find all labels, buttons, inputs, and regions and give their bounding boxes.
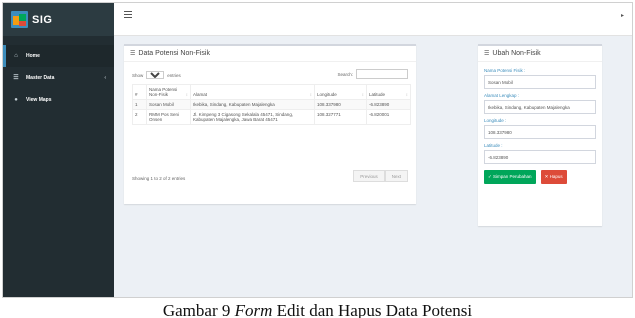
save-button[interactable]: ✓ Simpan Perubahan — [484, 170, 536, 184]
entries-select[interactable]: 10 — [146, 71, 165, 79]
table-info: Showing 1 to 2 of 2 entries — [132, 176, 186, 181]
list-icon: ☰ — [484, 51, 490, 57]
form-actions: ✓ Simpan Perubahan ✕ Hapus — [478, 170, 602, 184]
sidebar-menu: ⌂ Home ☰ Master Data ‹ ● View Maps — [3, 45, 114, 111]
search-input[interactable] — [356, 69, 408, 79]
panel-title: ☰ Data Potensi Non-Fisik — [124, 46, 416, 62]
logo-icon — [11, 11, 28, 28]
home-icon: ⌂ — [14, 53, 18, 59]
page-length: Show 10 entries — [132, 71, 181, 79]
panel-title: ☰ Ubah Non-Fisik — [478, 46, 602, 62]
main-content: ☰ Data Potensi Non-Fisik Show 10 entries… — [114, 36, 632, 297]
column-header[interactable]: Longitude ↕ — [314, 84, 367, 100]
column-header[interactable]: Alamat ↕ — [190, 84, 315, 100]
potensi-list-panel: ☰ Data Potensi Non-Fisik Show 10 entries… — [124, 44, 416, 204]
field-alamat: Alamat Lengkap : — [484, 93, 596, 114]
next-button[interactable]: Next — [384, 170, 408, 182]
figure-caption: Gambar 9 Form Edit dan Hapus Data Potens… — [0, 298, 635, 318]
sidebar-item-master-data[interactable]: ☰ Master Data ‹ — [3, 67, 114, 89]
edit-form-panel: ☰ Ubah Non-Fisik Nama Potensi Fisik : Al… — [478, 44, 602, 226]
table-header-row: # Nama Potensi Non-Fisik ↕ Alamat ↕ Long… — [132, 84, 411, 100]
column-header[interactable]: Nama Potensi Non-Fisik ↕ — [146, 84, 191, 100]
sort-icon: ↕ — [309, 92, 312, 97]
delete-button[interactable]: ✕ Hapus — [540, 170, 567, 184]
table-search: Search: — [337, 69, 408, 79]
pagination: Previous Next — [353, 170, 408, 182]
column-header[interactable]: # — [132, 84, 147, 100]
sort-icon: ↕ — [405, 92, 408, 97]
latitude-input[interactable] — [484, 150, 596, 164]
edit-form: Nama Potensi Fisik : Alamat Lengkap : Lo… — [478, 62, 602, 164]
sidebar-item-label: Home — [26, 53, 40, 59]
field-latitude: Latitude : — [484, 143, 596, 164]
chevron-left-icon: ‹ — [104, 75, 106, 81]
top-navbar: ▸ — [114, 3, 632, 36]
alamat-input[interactable] — [484, 100, 596, 114]
brand[interactable]: SIG — [3, 3, 114, 36]
sidebar-item-view-maps[interactable]: ● View Maps — [3, 89, 114, 111]
table-controls: Show 10 entries Search: — [132, 69, 408, 79]
column-header[interactable]: Latitude ↕ — [366, 84, 411, 100]
previous-button[interactable]: Previous — [353, 170, 385, 182]
table-row[interactable]: 1 Sosan Mobil Ikebika, Sindang, Kabupate… — [132, 99, 411, 110]
sort-icon: ↕ — [185, 92, 188, 97]
list-icon: ☰ — [130, 51, 136, 57]
map-marker-icon: ● — [14, 97, 18, 103]
sidebar-item-home[interactable]: ⌂ Home — [3, 45, 114, 67]
sidebar: SIG ⌂ Home ☰ Master Data ‹ ● View Maps — [3, 3, 114, 297]
brand-name: SIG — [32, 13, 53, 26]
longitude-input[interactable] — [484, 125, 596, 139]
database-icon: ☰ — [13, 75, 19, 81]
menu-toggle-icon[interactable] — [124, 11, 132, 18]
user-menu-icon[interactable]: ▸ — [621, 12, 624, 19]
table-row[interactable]: 2 RMM Pos Seni Onsen Jl. Kimpeng 3 Cigas… — [132, 109, 411, 125]
field-nama: Nama Potensi Fisik : — [484, 68, 596, 89]
field-longitude: Longitude : — [484, 118, 596, 139]
app-window: SIG ⌂ Home ☰ Master Data ‹ ● View Maps ▸… — [2, 2, 633, 298]
sort-icon: ↕ — [361, 92, 364, 97]
potensi-table: # Nama Potensi Non-Fisik ↕ Alamat ↕ Long… — [132, 84, 411, 125]
sidebar-item-label: View Maps — [26, 97, 52, 103]
nama-input[interactable] — [484, 75, 596, 89]
sidebar-item-label: Master Data — [26, 75, 55, 81]
